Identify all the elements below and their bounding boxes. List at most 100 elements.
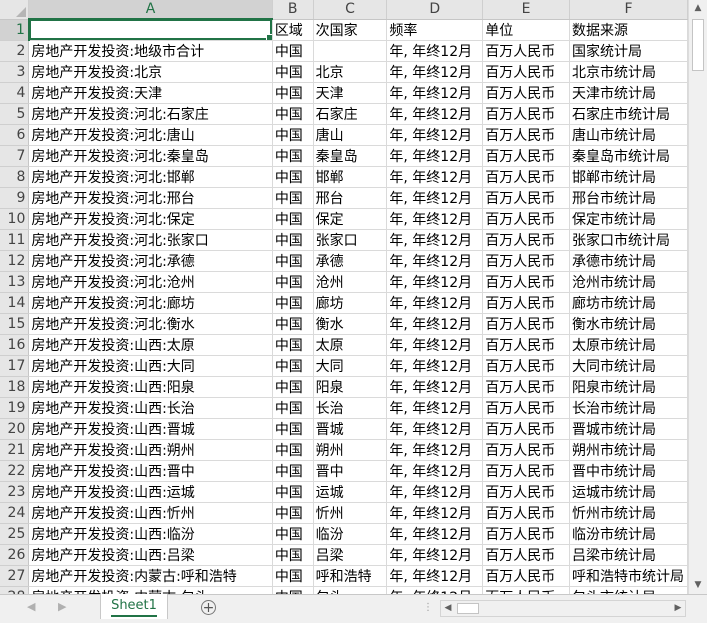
cell-f10[interactable]: 保定市统计局 xyxy=(569,208,688,230)
cell-c3[interactable]: 北京 xyxy=(313,61,388,83)
row-header[interactable]: 9 xyxy=(0,187,30,209)
cell-a2[interactable]: 房地产开发投资:地级市合计 xyxy=(28,40,273,62)
cell-d12[interactable]: 年, 年终12月 xyxy=(386,250,484,272)
cell-c14[interactable]: 廊坊 xyxy=(313,292,388,314)
cell-f17[interactable]: 大同市统计局 xyxy=(569,355,688,377)
add-sheet-icon[interactable]: + xyxy=(201,600,216,615)
cell-f6[interactable]: 唐山市统计局 xyxy=(569,124,688,146)
row-header[interactable]: 21 xyxy=(0,439,30,461)
cell-c2[interactable] xyxy=(313,40,388,62)
cell-a10[interactable]: 房地产开发投资:河北:保定 xyxy=(28,208,273,230)
cell-d8[interactable]: 年, 年终12月 xyxy=(386,166,484,188)
vertical-scrollbar[interactable]: ▲ ▼ xyxy=(688,0,707,594)
cell-c8[interactable]: 邯郸 xyxy=(313,166,388,188)
column-header-e[interactable]: E xyxy=(482,0,570,20)
cell-d6[interactable]: 年, 年终12月 xyxy=(386,124,484,146)
cell-a16[interactable]: 房地产开发投资:山西:太原 xyxy=(28,334,273,356)
cell-b2[interactable]: 中国 xyxy=(272,40,314,62)
cell-e19[interactable]: 百万人民币 xyxy=(482,397,570,419)
cell-b27[interactable]: 中国 xyxy=(272,565,314,587)
row-header[interactable]: 11 xyxy=(0,229,30,251)
column-header-b[interactable]: B xyxy=(272,0,314,20)
cell-f24[interactable]: 忻州市统计局 xyxy=(569,502,688,524)
cell-a13[interactable]: 房地产开发投资:河北:沧州 xyxy=(28,271,273,293)
cell-e1[interactable]: 单位 xyxy=(482,19,570,41)
row-header[interactable]: 27 xyxy=(0,565,30,587)
cell-b23[interactable]: 中国 xyxy=(272,481,314,503)
cell-b7[interactable]: 中国 xyxy=(272,145,314,167)
row-header[interactable]: 25 xyxy=(0,523,30,545)
cell-d9[interactable]: 年, 年终12月 xyxy=(386,187,484,209)
cell-e12[interactable]: 百万人民币 xyxy=(482,250,570,272)
cell-a12[interactable]: 房地产开发投资:河北:承德 xyxy=(28,250,273,272)
prev-sheet-icon[interactable]: ◀ xyxy=(27,600,35,613)
cell-f4[interactable]: 天津市统计局 xyxy=(569,82,688,104)
cell-b19[interactable]: 中国 xyxy=(272,397,314,419)
row-header[interactable]: 16 xyxy=(0,334,30,356)
horizontal-scroll-thumb[interactable] xyxy=(457,603,479,614)
cell-f13[interactable]: 沧州市统计局 xyxy=(569,271,688,293)
cell-b15[interactable]: 中国 xyxy=(272,313,314,335)
row-header[interactable]: 18 xyxy=(0,376,30,398)
cell-c23[interactable]: 运城 xyxy=(313,481,388,503)
row-header[interactable]: 17 xyxy=(0,355,30,377)
cell-b8[interactable]: 中国 xyxy=(272,166,314,188)
cell-d22[interactable]: 年, 年终12月 xyxy=(386,460,484,482)
cell-b18[interactable]: 中国 xyxy=(272,376,314,398)
cell-d5[interactable]: 年, 年终12月 xyxy=(386,103,484,125)
column-header-c[interactable]: C xyxy=(313,0,388,20)
cell-c26[interactable]: 吕梁 xyxy=(313,544,388,566)
cell-d10[interactable]: 年, 年终12月 xyxy=(386,208,484,230)
cell-a27[interactable]: 房地产开发投资:内蒙古:呼和浩特 xyxy=(28,565,273,587)
cell-d16[interactable]: 年, 年终12月 xyxy=(386,334,484,356)
row-header[interactable]: 5 xyxy=(0,103,30,125)
row-header[interactable]: 6 xyxy=(0,124,30,146)
cell-b10[interactable]: 中国 xyxy=(272,208,314,230)
cell-c5[interactable]: 石家庄 xyxy=(313,103,388,125)
cell-c12[interactable]: 承德 xyxy=(313,250,388,272)
row-header[interactable]: 19 xyxy=(0,397,30,419)
cell-f3[interactable]: 北京市统计局 xyxy=(569,61,688,83)
cell-b4[interactable]: 中国 xyxy=(272,82,314,104)
cell-d1[interactable]: 频率 xyxy=(386,19,484,41)
cell-c20[interactable]: 晋城 xyxy=(313,418,388,440)
cell-a24[interactable]: 房地产开发投资:山西:忻州 xyxy=(28,502,273,524)
cell-c25[interactable]: 临汾 xyxy=(313,523,388,545)
cell-e3[interactable]: 百万人民币 xyxy=(482,61,570,83)
cell-c24[interactable]: 忻州 xyxy=(313,502,388,524)
cell-b20[interactable]: 中国 xyxy=(272,418,314,440)
cell-b24[interactable]: 中国 xyxy=(272,502,314,524)
cell-b25[interactable]: 中国 xyxy=(272,523,314,545)
cell-b9[interactable]: 中国 xyxy=(272,187,314,209)
row-header[interactable]: 12 xyxy=(0,250,30,272)
cell-a7[interactable]: 房地产开发投资:河北:秦皇岛 xyxy=(28,145,273,167)
cell-d28[interactable]: 年, 年终12月 xyxy=(386,586,484,594)
cell-f15[interactable]: 衡水市统计局 xyxy=(569,313,688,335)
cell-c19[interactable]: 长治 xyxy=(313,397,388,419)
row-header[interactable]: 2 xyxy=(0,40,30,62)
cell-a19[interactable]: 房地产开发投资:山西:长治 xyxy=(28,397,273,419)
cell-e23[interactable]: 百万人民币 xyxy=(482,481,570,503)
cell-e6[interactable]: 百万人民币 xyxy=(482,124,570,146)
cell-d23[interactable]: 年, 年终12月 xyxy=(386,481,484,503)
cell-f12[interactable]: 承德市统计局 xyxy=(569,250,688,272)
cell-e2[interactable]: 百万人民币 xyxy=(482,40,570,62)
cell-e8[interactable]: 百万人民币 xyxy=(482,166,570,188)
cell-a1[interactable] xyxy=(28,19,273,41)
cell-d20[interactable]: 年, 年终12月 xyxy=(386,418,484,440)
cell-b6[interactable]: 中国 xyxy=(272,124,314,146)
row-header[interactable]: 10 xyxy=(0,208,30,230)
cell-d25[interactable]: 年, 年终12月 xyxy=(386,523,484,545)
row-header[interactable]: 1 xyxy=(0,19,30,41)
cell-c22[interactable]: 晋中 xyxy=(313,460,388,482)
column-header-d[interactable]: D xyxy=(386,0,484,20)
cell-d17[interactable]: 年, 年终12月 xyxy=(386,355,484,377)
cell-a9[interactable]: 房地产开发投资:河北:邢台 xyxy=(28,187,273,209)
scroll-left-icon[interactable]: ◀ xyxy=(441,601,455,616)
row-header[interactable]: 14 xyxy=(0,292,30,314)
scroll-up-icon[interactable]: ▲ xyxy=(689,0,707,17)
tab-splitter-icon[interactable]: ⋮ xyxy=(423,602,433,613)
cell-e24[interactable]: 百万人民币 xyxy=(482,502,570,524)
cell-b12[interactable]: 中国 xyxy=(272,250,314,272)
cell-d21[interactable]: 年, 年终12月 xyxy=(386,439,484,461)
